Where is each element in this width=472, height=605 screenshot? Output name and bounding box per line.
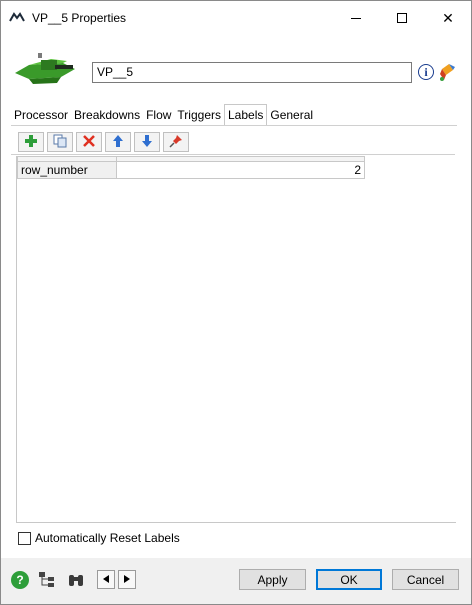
tree-view-icon[interactable]: [38, 571, 56, 589]
auto-reset-label: Automatically Reset Labels: [35, 531, 180, 545]
tab-triggers[interactable]: Triggers: [174, 106, 224, 125]
label-value-cell[interactable]: 2: [117, 162, 364, 178]
table-row[interactable]: row_number 2: [17, 162, 365, 179]
property-tabs: Processor Breakdowns Flow Triggers Label…: [11, 104, 316, 126]
maximize-button[interactable]: [379, 1, 425, 35]
paint-color-icon[interactable]: [438, 62, 456, 82]
title-bar[interactable]: VP__5 Properties ✕: [1, 1, 471, 35]
move-up-icon: [111, 134, 125, 151]
delete-icon: [82, 134, 96, 151]
add-icon: [24, 134, 38, 151]
apply-button[interactable]: Apply: [239, 569, 306, 590]
add-label-button[interactable]: [18, 132, 44, 152]
close-icon: ✕: [442, 9, 454, 26]
minimize-button[interactable]: [333, 1, 379, 35]
binoculars-icon[interactable]: [67, 571, 85, 589]
tab-general[interactable]: General: [267, 106, 316, 125]
triangle-right-icon: [124, 574, 130, 585]
move-down-icon: [140, 134, 154, 151]
properties-window: VP__5 Properties ✕ VP__5 i Processor Bre…: [0, 0, 472, 605]
label-name-cell[interactable]: row_number: [18, 162, 117, 178]
tab-divider: [11, 125, 457, 126]
object-name-input[interactable]: VP__5: [92, 62, 412, 83]
green-processor-object-icon: [11, 53, 77, 87]
app-logo-icon: [9, 11, 25, 23]
delete-label-button[interactable]: [76, 132, 102, 152]
triangle-left-icon: [103, 574, 109, 585]
tab-breakdowns[interactable]: Breakdowns: [71, 106, 143, 125]
labels-toolbar: [18, 132, 189, 152]
next-button[interactable]: [118, 570, 136, 589]
ok-button[interactable]: OK: [316, 569, 382, 590]
duplicate-icon: [53, 134, 67, 151]
auto-reset-checkbox[interactable]: [18, 531, 31, 545]
close-button[interactable]: ✕: [425, 1, 471, 35]
tab-processor[interactable]: Processor: [11, 106, 71, 125]
pin-icon: [169, 134, 183, 151]
previous-button[interactable]: [97, 570, 115, 589]
auto-reset-labels-option[interactable]: Automatically Reset Labels: [18, 531, 180, 545]
window-title: VP__5 Properties: [32, 11, 127, 25]
pin-button[interactable]: [163, 132, 189, 152]
move-up-button[interactable]: [105, 132, 131, 152]
info-icon[interactable]: i: [418, 64, 434, 80]
labels-table[interactable]: [16, 156, 456, 523]
tab-labels[interactable]: Labels: [224, 104, 268, 126]
duplicate-label-button[interactable]: [47, 132, 73, 152]
tab-flow[interactable]: Flow: [143, 106, 174, 125]
minimize-icon: [351, 17, 361, 19]
help-icon[interactable]: ?: [11, 571, 29, 589]
cancel-button[interactable]: Cancel: [392, 569, 459, 590]
maximize-icon: [397, 13, 407, 23]
toolbar-divider: [11, 154, 455, 155]
move-down-button[interactable]: [134, 132, 160, 152]
